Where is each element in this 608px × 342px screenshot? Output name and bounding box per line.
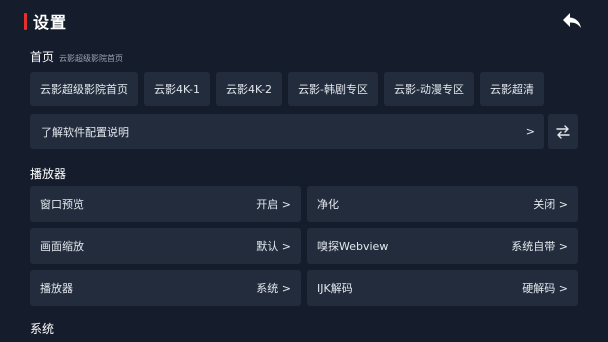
home-source-chip[interactable]: 云影-韩剧专区: [288, 72, 379, 106]
settings-page: 设置 首页 云影超级影院首页 云影超级影院首页 云影4K-1 云影4K-2 云影-韩剧…: [0, 0, 608, 342]
scaling-setting[interactable]: 画面缩放 默认 >: [30, 228, 301, 264]
back-button[interactable]: [562, 11, 582, 31]
home-current-value: 云影超级影院首页: [59, 54, 124, 63]
home-source-chip[interactable]: 云影超级影院首页: [30, 72, 138, 106]
home-source-chip[interactable]: 云影4K-1: [144, 72, 211, 106]
page-title: 设置: [33, 13, 68, 32]
about-config-button[interactable]: 了解软件配置说明 >: [30, 114, 544, 149]
setting-value: 硬解码 >: [522, 282, 568, 295]
window-preview-setting[interactable]: 窗口预览 开启 >: [30, 186, 301, 222]
home-source-chip[interactable]: 云影-动漫专区: [384, 72, 475, 106]
setting-value: 系统 >: [256, 282, 291, 295]
sniff-webview-setting[interactable]: 嗅探Webview 系统自带 >: [307, 228, 578, 264]
sync-button[interactable]: [548, 114, 578, 149]
home-source-chip[interactable]: 云影超清: [480, 72, 545, 106]
page-header: 设置: [24, 11, 68, 32]
title-accent-bar: [24, 12, 27, 30]
ijk-decode-setting[interactable]: IJK解码 硬解码 >: [307, 270, 578, 306]
about-config-label: 了解软件配置说明: [41, 125, 129, 139]
setting-label: 净化: [317, 198, 339, 211]
back-arrow-icon: [563, 13, 581, 28]
setting-label: 窗口预览: [40, 198, 84, 211]
setting-value: 关闭 >: [533, 198, 568, 211]
chevron-right-icon: >: [525, 125, 535, 138]
player-section-title: 播放器: [30, 167, 67, 181]
purify-setting[interactable]: 净化 关闭 >: [307, 186, 578, 222]
player-setting[interactable]: 播放器 系统 >: [30, 270, 301, 306]
home-source-list: 云影超级影院首页 云影4K-1 云影4K-2 云影-韩剧专区 云影-动漫专区 云影超清: [30, 72, 608, 108]
setting-value: 开启 >: [256, 198, 291, 211]
home-setting: 首页 云影超级影院首页: [30, 48, 123, 65]
setting-label: 嗅探Webview: [317, 240, 389, 253]
setting-value: 系统自带 >: [511, 240, 568, 253]
home-label: 首页: [30, 50, 55, 64]
swap-arrows-icon: [556, 124, 570, 139]
setting-label: 画面缩放: [40, 240, 84, 253]
home-source-chip[interactable]: 云影4K-2: [216, 72, 283, 106]
setting-value: 默认 >: [256, 240, 291, 253]
system-section-title: 系统: [30, 322, 55, 336]
setting-label: IJK解码: [317, 282, 353, 295]
setting-label: 播放器: [40, 282, 73, 295]
